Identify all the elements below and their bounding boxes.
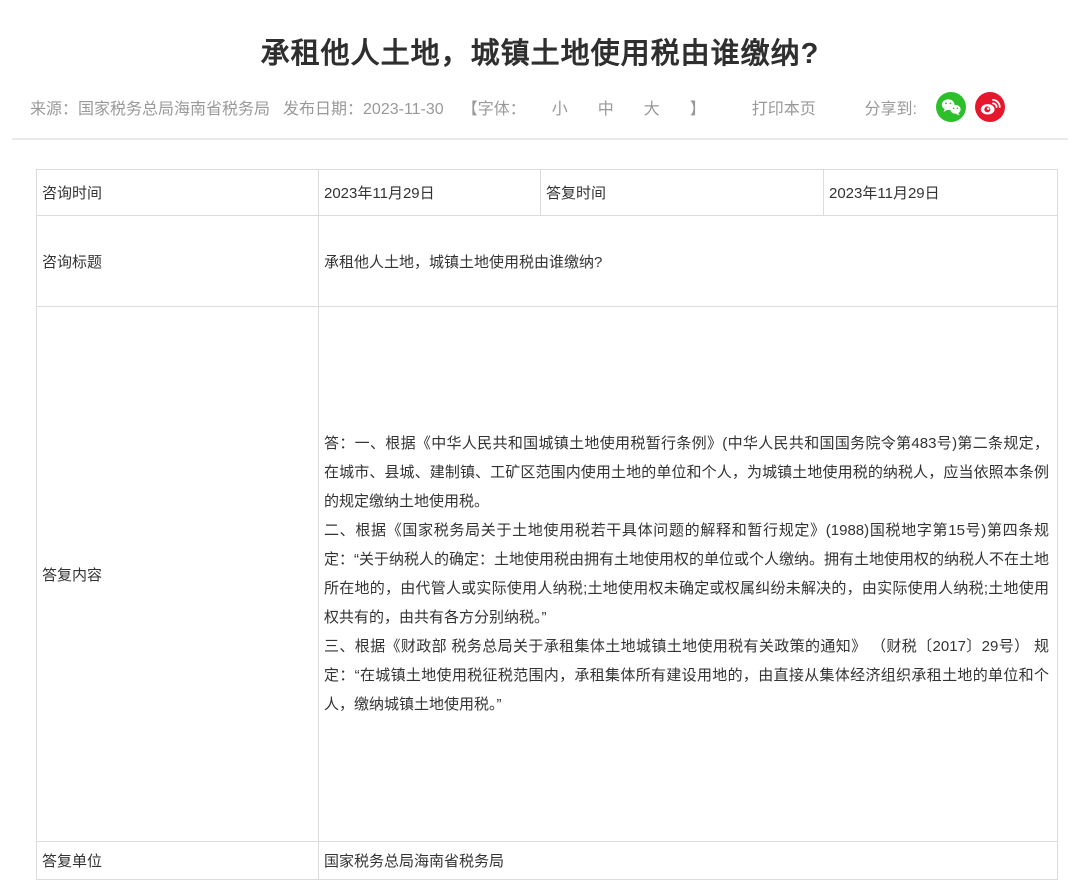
consult-time-value: 2023年11月29日 <box>319 170 541 216</box>
reply-unit-value: 国家税务总局海南省税务局 <box>319 842 1058 880</box>
page-title: 承租他人土地，城镇土地使用税由谁缴纳? <box>0 0 1080 74</box>
share-bar: 分享到: <box>865 92 1005 122</box>
consult-time-label: 咨询时间 <box>37 170 319 216</box>
consult-title-value: 承租他人土地，城镇土地使用税由谁缴纳? <box>319 216 1058 307</box>
print-page-button[interactable]: 打印本页 <box>752 95 816 119</box>
font-size-small-button[interactable]: 小 <box>552 95 568 119</box>
publish-date-text: 发布日期：2023-11-30 <box>283 95 444 119</box>
article-meta-bar: 来源：国家税务总局海南省税务局 发布日期：2023-11-30 【字体： 小 中… <box>0 74 1080 122</box>
wechat-share-icon[interactable] <box>936 92 966 122</box>
reply-content-label: 答复内容 <box>37 307 319 842</box>
table-row-reply-unit: 答复单位 国家税务总局海南省税务局 <box>37 842 1058 880</box>
article-page: 承租他人土地，城镇土地使用税由谁缴纳? 来源：国家税务总局海南省税务局 发布日期… <box>0 0 1080 887</box>
reply-paragraph: 答：一、根据《中华人民共和国城镇土地使用税暂行条例》(中华人民共和国国务院令第4… <box>324 429 1049 516</box>
font-size-prefix: 【字体： <box>462 95 526 119</box>
table-row-times: 咨询时间 2023年11月29日 答复时间 2023年11月29日 <box>37 170 1058 216</box>
header-divider <box>12 138 1068 140</box>
reply-paragraph: 二、根据《国家税务局关于土地使用税若干具体问题的解释和暂行规定》(1988)国税… <box>324 516 1049 632</box>
table-row-consult-title: 咨询标题 承租他人土地，城镇土地使用税由谁缴纳? <box>37 216 1058 307</box>
font-size-switcher: 【字体： 小 中 大 】 <box>462 95 706 119</box>
share-label: 分享到: <box>865 95 917 119</box>
source-text: 来源：国家税务总局海南省税务局 <box>30 95 270 119</box>
font-size-large-button[interactable]: 大 <box>644 95 660 119</box>
reply-paragraph: 三、根据《财政部 税务总局关于承租集体土地城镇土地使用税有关政策的通知》 （财税… <box>324 632 1049 719</box>
consultation-table: 咨询时间 2023年11月29日 答复时间 2023年11月29日 咨询标题 承… <box>36 169 1058 880</box>
reply-content-cell: 答：一、根据《中华人民共和国城镇土地使用税暂行条例》(中华人民共和国国务院令第4… <box>319 307 1058 842</box>
reply-time-label: 答复时间 <box>541 170 824 216</box>
reply-unit-label: 答复单位 <box>37 842 319 880</box>
consult-title-label: 咨询标题 <box>37 216 319 307</box>
reply-time-value: 2023年11月29日 <box>824 170 1058 216</box>
table-row-reply-content: 答复内容 答：一、根据《中华人民共和国城镇土地使用税暂行条例》(中华人民共和国国… <box>37 307 1058 842</box>
font-size-medium-button[interactable]: 中 <box>598 95 614 119</box>
reply-content-text: 答：一、根据《中华人民共和国城镇土地使用税暂行条例》(中华人民共和国国务院令第4… <box>324 429 1051 719</box>
weibo-share-icon[interactable] <box>975 92 1005 122</box>
font-size-suffix: 】 <box>690 95 706 119</box>
